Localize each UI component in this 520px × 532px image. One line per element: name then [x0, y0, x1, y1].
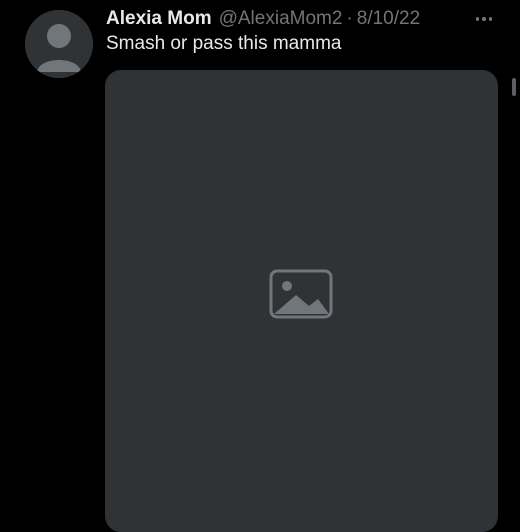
author-handle[interactable]: @AlexiaMom2 [219, 8, 343, 30]
more-options-icon[interactable] [470, 8, 498, 30]
scrollbar-thumb[interactable] [512, 78, 516, 96]
tweet-date[interactable]: 8/10/22 [357, 8, 420, 30]
tweet-header: Alexia Mom @AlexiaMom2 · 8/10/22 [106, 6, 420, 32]
author-name[interactable]: Alexia Mom [106, 8, 212, 30]
image-placeholder-icon [106, 71, 497, 531]
user-avatar-icon [25, 10, 93, 78]
dot-icon [488, 17, 493, 21]
dot-icon [475, 17, 480, 21]
tweet-text: Smash or pass this mamma [106, 33, 342, 54]
author-avatar[interactable] [25, 10, 93, 78]
tweet[interactable]: Alexia Mom @AlexiaMom2 · 8/10/22 Smash o… [0, 0, 520, 532]
dot-icon [482, 17, 486, 21]
separator-dot: · [346, 8, 353, 29]
tweet-media[interactable] [105, 70, 498, 532]
